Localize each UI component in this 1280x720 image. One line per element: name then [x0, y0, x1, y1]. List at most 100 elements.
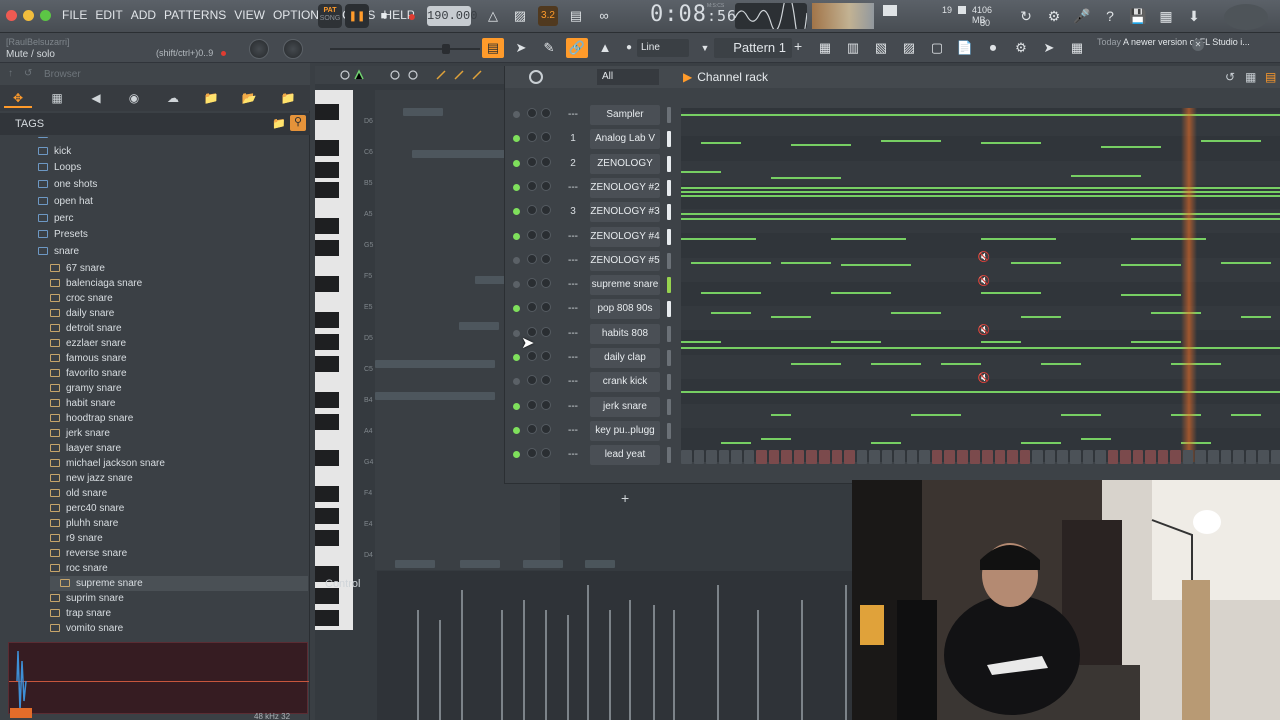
cloud-icon[interactable]: ☁: [159, 88, 187, 108]
minimize-window-button[interactable]: [23, 10, 34, 21]
velocity-bar[interactable]: [501, 610, 503, 720]
channel-mixer-track[interactable]: ---: [563, 300, 583, 318]
channel-name-button[interactable]: Analog Lab V: [590, 129, 660, 150]
black-key[interactable]: [315, 508, 339, 524]
file-icon[interactable]: ▦: [43, 88, 71, 108]
channel-mixer-track[interactable]: 2: [563, 155, 583, 173]
channel-name-button[interactable]: supreme snare: [590, 275, 660, 296]
black-key[interactable]: [315, 182, 339, 198]
velocity-bar[interactable]: [461, 590, 463, 720]
channel-mute-led[interactable]: [513, 232, 520, 240]
piano-roll-note[interactable]: [375, 360, 495, 368]
channel-pan-knob[interactable]: [541, 180, 551, 191]
browser-file[interactable]: laayer snare: [50, 441, 121, 456]
channel-name-button[interactable]: Sampler: [590, 105, 660, 125]
browser-folder[interactable]: hit hat: [38, 137, 81, 142]
stop-button[interactable]: ■: [372, 4, 396, 28]
black-key[interactable]: [315, 162, 339, 178]
channel-select-indicator[interactable]: [667, 325, 671, 342]
maximize-window-button[interactable]: [40, 10, 51, 21]
step-sequencer-icon[interactable]: ▤: [1265, 70, 1276, 84]
close-window-button[interactable]: [6, 10, 17, 21]
browser-file[interactable]: michael jackson snare: [50, 456, 165, 471]
channel-volume-knob[interactable]: [527, 180, 537, 191]
folder-icon[interactable]: 📁: [197, 88, 225, 108]
undo-icon[interactable]: ↺: [1225, 70, 1235, 84]
channel-mixer-track[interactable]: ---: [563, 349, 583, 367]
channel-volume-knob[interactable]: [527, 132, 537, 143]
channel-select-indicator[interactable]: [667, 447, 671, 464]
channel-name-button[interactable]: habits 808: [590, 323, 660, 344]
channel-volume-knob[interactable]: [527, 423, 537, 434]
channel-name-button[interactable]: pop 808 90s: [590, 299, 660, 320]
piano-roll-note[interactable]: [585, 560, 615, 568]
velocity-bar[interactable]: [653, 605, 655, 720]
browser-file[interactable]: trap snare: [50, 606, 111, 621]
channel-select-indicator[interactable]: [667, 422, 671, 439]
channel-name-button[interactable]: key pu..plugg: [590, 420, 660, 441]
step-edit-icon[interactable]: ▤: [566, 6, 586, 26]
wait-for-input-icon[interactable]: ▨: [510, 6, 530, 26]
channel-mute-led[interactable]: [513, 208, 520, 216]
tools-icon[interactable]: ⚙: [1043, 6, 1065, 26]
export-icon[interactable]: ▦: [1155, 6, 1177, 26]
channel-pan-knob[interactable]: [541, 375, 551, 386]
black-key[interactable]: [315, 450, 339, 466]
channel-volume-knob[interactable]: [527, 229, 537, 240]
browser-file[interactable]: supreme snare: [50, 575, 308, 591]
microphone-icon[interactable]: 🎤: [1071, 6, 1093, 26]
plugin-icon[interactable]: ◀: [82, 88, 110, 108]
channel-mute-led[interactable]: [513, 135, 520, 143]
channel-volume-knob[interactable]: [527, 448, 537, 459]
channel-mute-led[interactable]: [513, 329, 520, 337]
channel-select-indicator[interactable]: [667, 350, 671, 366]
pattern-song-switch[interactable]: PAT SONG: [318, 4, 342, 28]
channel-mute-led[interactable]: [513, 451, 520, 459]
browser-folder[interactable]: open hat: [38, 194, 93, 209]
link-icon[interactable]: 🔗: [566, 38, 588, 58]
browser-file[interactable]: ezzlaer snare: [50, 336, 126, 351]
channel-name-button[interactable]: ZENOLOGY #4: [590, 226, 660, 247]
plug-icon[interactable]: ⏺: [982, 38, 1004, 58]
channel-mute-led[interactable]: [513, 305, 520, 313]
channel-mixer-track[interactable]: 3: [563, 203, 583, 221]
piano-roll-note[interactable]: [403, 108, 443, 116]
piano-roll-note[interactable]: [375, 392, 495, 400]
channel-mixer-track[interactable]: ---: [563, 446, 583, 464]
channel-filter-select[interactable]: All: [597, 69, 659, 85]
channel-volume-knob[interactable]: [527, 205, 537, 216]
velocity-bar[interactable]: [587, 585, 589, 720]
browser-file[interactable]: daily snare: [50, 306, 114, 321]
black-key[interactable]: [315, 414, 339, 430]
black-key[interactable]: [315, 218, 339, 234]
metronome-icon[interactable]: △: [483, 6, 503, 26]
browser-file[interactable]: habit snare: [50, 396, 115, 411]
velocity-bar[interactable]: [629, 600, 631, 720]
master-pitch-knob[interactable]: [283, 39, 303, 59]
channel-mixer-track[interactable]: ---: [563, 325, 583, 343]
channel-select-indicator[interactable]: [667, 131, 671, 148]
channel-pan-knob[interactable]: [541, 205, 551, 216]
playlist-icon[interactable]: ▦: [814, 38, 836, 58]
velocity-bar[interactable]: [757, 610, 759, 720]
back-icon[interactable]: ↑: [8, 68, 13, 79]
black-key[interactable]: [315, 392, 339, 408]
channel-volume-knob[interactable]: [527, 156, 537, 167]
save-icon[interactable]: 💾: [1127, 6, 1149, 26]
velocity-bar[interactable]: [609, 610, 611, 720]
snap-select[interactable]: Line: [637, 39, 689, 57]
menu-patterns[interactable]: PATTERNS: [164, 8, 226, 22]
news-panel[interactable]: Today A newer version of FL Studio i...: [1097, 37, 1250, 48]
download-icon[interactable]: ⬇: [1183, 6, 1205, 26]
channel-mute-led[interactable]: [513, 111, 520, 118]
menu-view[interactable]: VIEW: [234, 8, 265, 22]
loop-record-icon[interactable]: ∞: [594, 6, 614, 26]
channel-select-indicator[interactable]: [667, 179, 671, 196]
channel-select-indicator[interactable]: [667, 374, 671, 391]
channel-rack-icon[interactable]: ▧: [870, 38, 892, 58]
file-icon[interactable]: 📄: [954, 38, 976, 58]
channel-mute-led[interactable]: [513, 256, 520, 264]
piano-roll-view-icon[interactable]: ▤: [482, 38, 504, 58]
browser-file[interactable]: detroit snare: [50, 321, 122, 336]
channel-pan-knob[interactable]: [541, 351, 551, 361]
